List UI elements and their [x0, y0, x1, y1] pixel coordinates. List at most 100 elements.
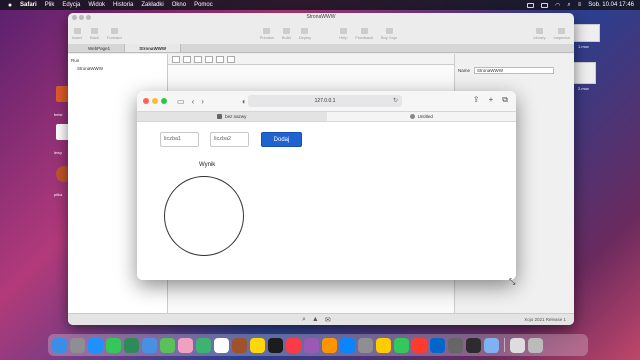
- books-icon[interactable]: [322, 337, 337, 353]
- editor-tool-icon[interactable]: [205, 56, 213, 63]
- menu-zakladki[interactable]: Zakładki: [141, 2, 163, 8]
- menubar-clock[interactable]: Sob. 10.04 17:46: [588, 2, 634, 8]
- tab-webpage1[interactable]: WebPage1: [68, 44, 126, 52]
- menu-okno[interactable]: Okno: [172, 2, 186, 8]
- back-icon[interactable]: ‹: [192, 97, 195, 106]
- result-label: Wynik: [199, 162, 216, 168]
- menu-edycja[interactable]: Edycja: [62, 2, 80, 8]
- editor-tool-icon[interactable]: [227, 56, 235, 63]
- menu-widok[interactable]: Widok: [88, 2, 105, 8]
- tab-untitled[interactable]: Untitled: [326, 112, 516, 121]
- pages-icon[interactable]: [376, 337, 391, 353]
- sidebar-icon[interactable]: ▭: [177, 97, 185, 106]
- preview-icon[interactable]: [448, 337, 463, 353]
- downloads-icon[interactable]: [510, 337, 525, 353]
- editor-tool-icon[interactable]: [172, 56, 180, 63]
- close-icon[interactable]: [143, 98, 149, 104]
- podcasts-icon[interactable]: [304, 337, 319, 353]
- build-label: Build: [281, 35, 291, 40]
- menu-app-safari[interactable]: Safari: [20, 2, 37, 8]
- menu-bar: ● Safari Plik Edycja Widok Historia Zakł…: [0, 0, 640, 10]
- liczba2-input[interactable]: liczba2: [210, 132, 249, 147]
- notes-icon[interactable]: [250, 337, 265, 353]
- finder-icon[interactable]: [52, 337, 67, 353]
- minimize-icon[interactable]: [79, 15, 84, 20]
- reload-icon[interactable]: ↻: [393, 95, 398, 107]
- new-tab-icon[interactable]: +: [489, 95, 494, 105]
- back-button[interactable]: Back: [90, 28, 99, 40]
- tab-stronawww[interactable]: StronaWWW: [125, 44, 182, 52]
- privacy-icon[interactable]: ◐: [242, 97, 247, 106]
- menu-plik[interactable]: Plik: [45, 2, 55, 8]
- library-label: Library: [533, 35, 546, 40]
- desktop-file-label: 1.mov: [578, 44, 589, 49]
- forward-button[interactable]: Forward: [107, 28, 122, 40]
- search-icon[interactable]: ⌕: [302, 316, 306, 324]
- address-text: 127.0.0.1: [314, 98, 336, 104]
- messages-icon[interactable]: [106, 337, 121, 353]
- preview-button[interactable]: Preview: [260, 28, 274, 40]
- editor-tool-icon[interactable]: [194, 56, 202, 63]
- calendar-icon[interactable]: [214, 337, 229, 353]
- terminal-icon[interactable]: [466, 337, 481, 353]
- desktop-video-thumbnail[interactable]: [572, 62, 596, 84]
- warning-icon[interactable]: ▲: [312, 316, 319, 324]
- keynote-icon[interactable]: [412, 337, 427, 353]
- launchpad-icon[interactable]: [70, 337, 85, 353]
- photos-icon[interactable]: [178, 337, 193, 353]
- feedback-button[interactable]: Feedback: [355, 28, 373, 40]
- nav-item-run[interactable]: Run: [71, 58, 164, 63]
- safari-icon[interactable]: [88, 337, 103, 353]
- forward-label: Forward: [106, 35, 122, 40]
- wifi-icon[interactable]: ◠: [555, 2, 560, 9]
- forward-icon[interactable]: ›: [201, 97, 204, 106]
- zoom-icon[interactable]: [86, 15, 91, 20]
- control-center-icon[interactable]: ≡: [578, 2, 582, 8]
- music-icon[interactable]: [286, 337, 301, 353]
- messages-icon[interactable]: ✉: [325, 316, 331, 324]
- inspector-button[interactable]: Inspector: [554, 28, 570, 40]
- share-icon[interactable]: ⇪: [473, 95, 480, 105]
- editor-tool-icon[interactable]: [216, 56, 224, 63]
- dock: [48, 334, 588, 356]
- system-preferences-icon[interactable]: [358, 337, 373, 353]
- address-bar[interactable]: 127.0.0.1 ↻: [248, 95, 402, 107]
- trash-icon[interactable]: [528, 337, 543, 353]
- tab-bez-nazwy[interactable]: bez nazwy: [137, 112, 327, 121]
- add-button[interactable]: Dodaj: [261, 132, 302, 147]
- minimize-icon[interactable]: [152, 98, 158, 104]
- mail-icon[interactable]: [142, 337, 157, 353]
- menu-pomoc[interactable]: Pomoc: [194, 2, 213, 8]
- battery-icon[interactable]: [541, 2, 549, 8]
- xojo-tab-bar: WebPage1 StronaWWW: [68, 44, 574, 53]
- build-button[interactable]: Build: [282, 28, 291, 40]
- facetime-icon[interactable]: [196, 337, 211, 353]
- app-store-icon[interactable]: [340, 337, 355, 353]
- maps-icon[interactable]: [160, 337, 175, 353]
- menu-historia[interactable]: Historia: [113, 2, 133, 8]
- insert-label: Insert: [72, 35, 83, 40]
- numbers-icon[interactable]: [394, 337, 409, 353]
- nav-item-stronawww[interactable]: StronaWWW: [71, 66, 164, 71]
- search-icon[interactable]: ⌕: [567, 2, 570, 9]
- inspector-name-field[interactable]: StronaWWW: [474, 67, 555, 74]
- zoom-icon[interactable]: [161, 98, 167, 104]
- feedback-label: Feedback: [355, 35, 373, 40]
- word-icon[interactable]: [430, 337, 445, 353]
- insert-button[interactable]: Insert: [72, 28, 82, 40]
- library-button[interactable]: Library: [533, 28, 546, 40]
- screenshot-icon[interactable]: [484, 337, 499, 353]
- close-icon[interactable]: [72, 15, 77, 20]
- tab-overview-icon[interactable]: ⧉: [502, 95, 508, 105]
- contacts-icon[interactable]: [232, 337, 247, 353]
- xojo-icon[interactable]: [124, 337, 139, 353]
- appletv-icon[interactable]: [268, 337, 283, 353]
- editor-tool-icon[interactable]: [183, 56, 191, 63]
- desktop-video-thumbnail[interactable]: [572, 24, 600, 42]
- help-button[interactable]: Help: [339, 28, 347, 40]
- screen-record-icon[interactable]: [527, 2, 535, 8]
- buy-xojo-button[interactable]: Buy Xojo: [381, 28, 397, 40]
- apple-menu-icon[interactable]: ●: [6, 2, 14, 9]
- deploy-button[interactable]: Deploy: [299, 28, 311, 40]
- liczba1-input[interactable]: liczba1: [160, 132, 199, 147]
